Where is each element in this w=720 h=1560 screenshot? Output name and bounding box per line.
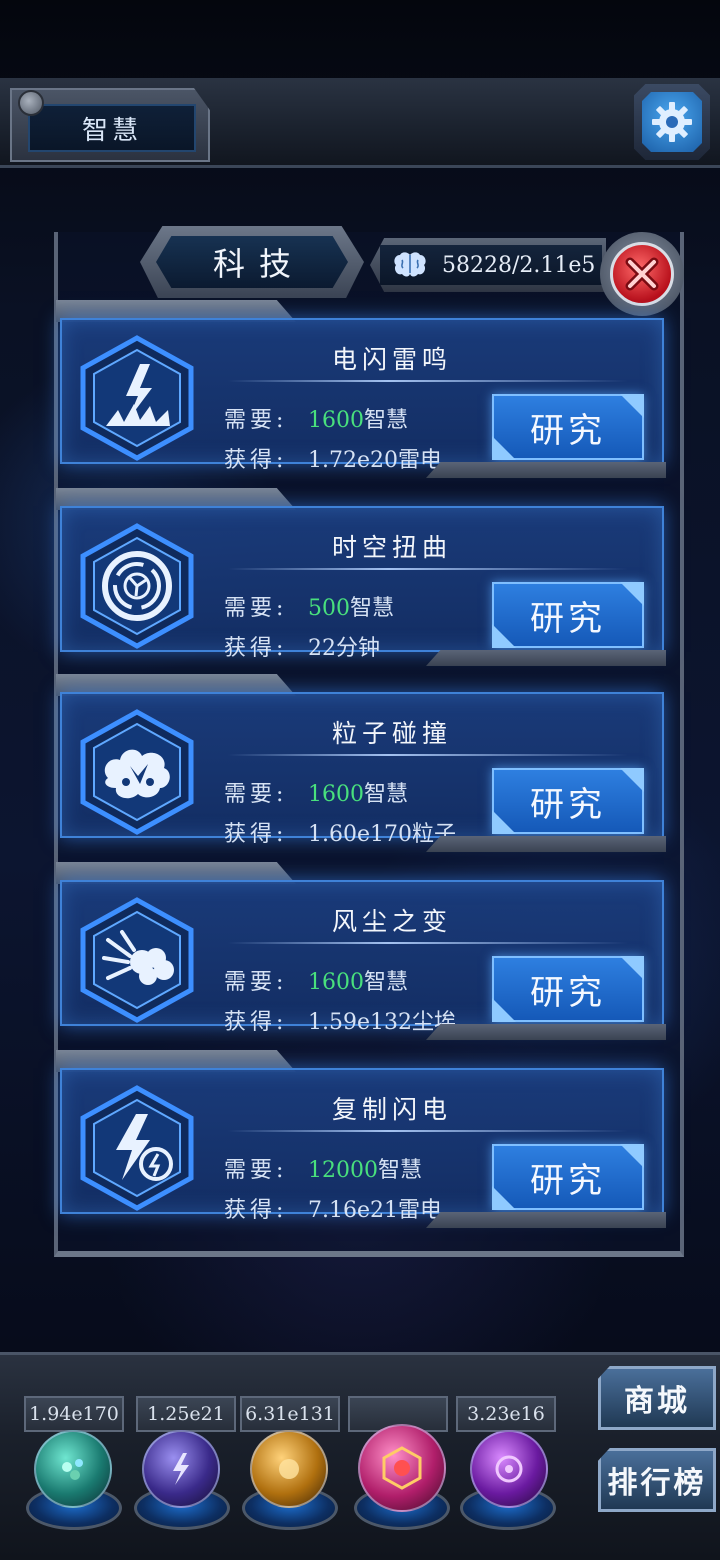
settings-button[interactable] <box>634 84 710 160</box>
gear-icon <box>652 102 692 142</box>
dust-orb-icon[interactable] <box>250 1430 328 1508</box>
gain-label: 获得: <box>224 636 288 661</box>
tech-name: 时空扭曲 <box>331 533 452 562</box>
brain-icon <box>394 252 426 277</box>
require-label: 需要: <box>224 408 288 433</box>
gain-label: 获得: <box>224 1198 288 1223</box>
research-button-label: 研究 <box>530 1160 606 1201</box>
research-button-label: 研究 <box>530 598 606 639</box>
cost-unit: 智慧 <box>364 408 409 433</box>
gain-value: 1.59e132尘埃 <box>308 1010 456 1035</box>
require-label: 需要: <box>224 970 288 995</box>
resource-value: 1.94e170 <box>24 1396 124 1432</box>
tech-card: 电闪雷鸣 需要: 1600 智慧 获得: 1.72e20雷电 研究 <box>56 300 666 478</box>
tech-card: 粒子碰撞 需要: 1600 智慧 获得: 1.60e170粒子 研究 <box>56 674 666 852</box>
time-orb-icon[interactable] <box>470 1430 548 1508</box>
require-label: 需要: <box>224 596 288 621</box>
shop-button[interactable]: 商城 <box>598 1366 716 1430</box>
mode-label: 智慧 <box>28 104 196 152</box>
tech-card: 时空扭曲 需要: 500 智慧 获得: 22分钟 研究 <box>56 488 666 666</box>
resource-value: 1.25e21 <box>136 1396 236 1432</box>
tech-name: 粒子碰撞 <box>331 719 452 748</box>
wisdom-counter-value: 58228/2.11e5 <box>442 252 596 278</box>
gain-value: 1.60e170粒子 <box>308 822 456 847</box>
require-label: 需要: <box>224 1158 288 1183</box>
copy-lightning-icon <box>80 1085 194 1211</box>
panel-title: 科技 <box>156 236 348 288</box>
dust-wind-icon <box>80 897 194 1023</box>
research-button[interactable]: 研究 <box>492 768 644 834</box>
tech-card: 风尘之变 需要: 1600 智慧 获得: 1.59e132尘埃 研究 <box>56 862 666 1040</box>
cost-value: 1600 <box>308 408 364 433</box>
vortex-icon <box>80 523 194 649</box>
lightning-strike-icon <box>80 335 194 461</box>
cost-unit: 智慧 <box>350 596 395 621</box>
gain-label: 获得: <box>224 1010 288 1035</box>
ranking-button[interactable]: 排行榜 <box>598 1448 716 1512</box>
research-button[interactable]: 研究 <box>492 956 644 1022</box>
cost-value: 1600 <box>308 782 364 807</box>
close-x-icon <box>625 257 659 291</box>
wisdom-orb-icon[interactable] <box>358 1424 446 1512</box>
resource-value: 3.23e16 <box>456 1396 556 1432</box>
gain-label: 获得: <box>224 822 288 847</box>
tech-card: 复制闪电 需要: 12000 智慧 获得: 7.16e21雷电 研究 <box>56 1050 666 1228</box>
particle-orb-icon[interactable] <box>34 1430 112 1508</box>
gain-label: 获得: <box>224 448 288 473</box>
research-button-label: 研究 <box>530 410 606 451</box>
gain-value: 7.16e21雷电 <box>308 1198 442 1223</box>
panel-title-tab: 科技 <box>140 226 364 298</box>
gain-value: 22分钟 <box>308 636 380 661</box>
tech-name: 电闪雷鸣 <box>331 345 452 374</box>
resource-value: 6.31e131 <box>240 1396 340 1432</box>
tech-name: 风尘之变 <box>331 907 452 936</box>
lightning-orb-icon[interactable] <box>142 1430 220 1508</box>
research-button[interactable]: 研究 <box>492 394 644 460</box>
cost-unit: 智慧 <box>378 1158 423 1183</box>
rivet-decoration <box>18 90 44 116</box>
research-button[interactable]: 研究 <box>492 1144 644 1210</box>
research-button-label: 研究 <box>530 784 606 825</box>
cost-value: 12000 <box>308 1158 378 1183</box>
cost-value: 500 <box>308 596 350 621</box>
gain-value: 1.72e20雷电 <box>308 448 442 473</box>
wisdom-counter: 58228/2.11e5 <box>370 238 606 292</box>
research-button-label: 研究 <box>530 972 606 1013</box>
require-label: 需要: <box>224 782 288 807</box>
research-button[interactable]: 研究 <box>492 582 644 648</box>
particle-collision-icon <box>80 709 194 835</box>
cost-unit: 智慧 <box>364 782 409 807</box>
cost-unit: 智慧 <box>364 970 409 995</box>
cost-value: 1600 <box>308 970 364 995</box>
tech-name: 复制闪电 <box>331 1095 452 1124</box>
